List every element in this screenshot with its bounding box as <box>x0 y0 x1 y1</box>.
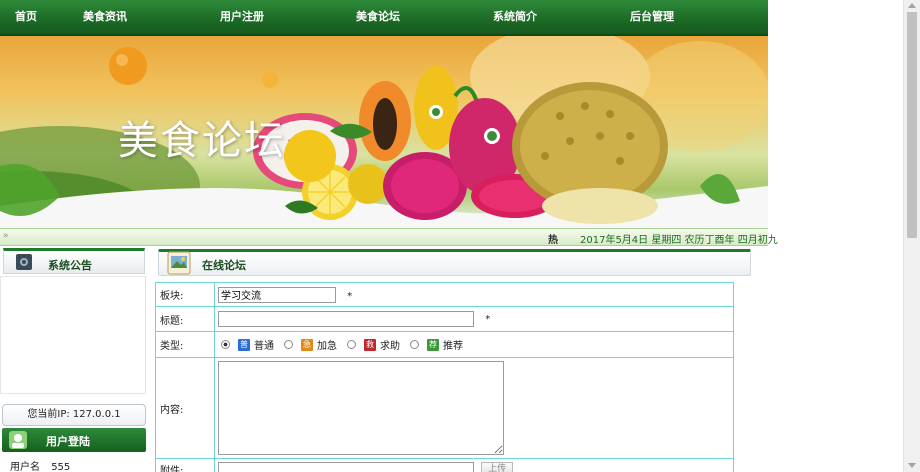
type-radio-normal[interactable] <box>221 340 230 349</box>
nav-about[interactable]: 系统简介 <box>493 0 537 34</box>
nav-home[interactable]: 首页 <box>15 0 37 34</box>
type-label: 类型: <box>155 331 215 358</box>
content-cell <box>214 357 734 459</box>
scroll-up-arrow-icon[interactable] <box>908 3 916 8</box>
current-date: 2017年5月4日 星期四 农历丁酉年 四月初九 <box>580 235 778 246</box>
scroll-thumb[interactable] <box>907 12 917 238</box>
help-badge-icon: 救 <box>364 338 376 351</box>
banner-title: 美食论坛 <box>118 118 286 164</box>
login-username-row: 用户名 555 <box>10 458 70 472</box>
type-row: 类型: 普普通 急加急 救求助 荐推荐 <box>155 331 734 358</box>
login-header: 用户登陆 <box>2 428 146 452</box>
type-help-label: 求助 <box>380 341 400 352</box>
banner-fruit-illustration <box>0 36 768 228</box>
banner: 美食论坛 <box>0 36 768 228</box>
urgent-badge-icon: 急 <box>301 338 313 351</box>
username-value: 555 <box>51 462 71 472</box>
title-required-mark: * <box>485 313 491 325</box>
date-ticker-bar: » 热 2017年5月4日 星期四 农历丁酉年 四月初九 <box>0 228 778 246</box>
type-radio-help[interactable] <box>347 340 356 349</box>
type-urgent-label: 加急 <box>317 341 337 352</box>
username-label: 用户名 <box>10 462 40 472</box>
notice-body <box>0 276 146 394</box>
recommend-badge-icon: 荐 <box>427 338 439 351</box>
normal-badge-icon: 普 <box>238 338 250 351</box>
hot-label: 热 <box>548 235 558 246</box>
type-normal-label: 普通 <box>254 341 274 352</box>
speaker-icon <box>16 254 32 270</box>
notice-header: 系统公告 <box>3 248 145 274</box>
content-label: 内容: <box>155 357 215 459</box>
current-ip: 您当前IP: 127.0.0.1 <box>2 404 146 426</box>
upload-button[interactable]: 上传 <box>481 462 514 472</box>
title-label: 标题: <box>155 306 215 332</box>
nav-forum[interactable]: 美食论坛 <box>356 0 400 34</box>
board-required-mark: * <box>347 291 353 302</box>
content-textarea[interactable] <box>218 361 504 455</box>
forum-title: 在线论坛 <box>202 259 246 272</box>
top-nav: 首页 美食资讯 用户注册 美食论坛 系统简介 后台管理 <box>0 0 768 36</box>
content-row: 内容: <box>155 357 734 459</box>
attachment-cell: 上传 <box>214 458 734 472</box>
attachment-field[interactable] <box>218 461 474 472</box>
title-field[interactable] <box>218 311 474 327</box>
type-cell: 普普通 急加急 救求助 荐推荐 <box>214 331 734 358</box>
nav-food-news[interactable]: 美食资讯 <box>83 0 127 34</box>
board-field[interactable] <box>218 286 336 303</box>
notice-title: 系统公告 <box>48 259 92 272</box>
board-cell: * <box>214 282 734 307</box>
post-form: 板块: * 标题: * 类型: 普普通 急加急 救求助 荐推荐 内容: <box>155 282 734 472</box>
title-row: 标题: * <box>155 306 734 332</box>
login-user-icon <box>9 431 27 449</box>
scroll-down-arrow-icon[interactable] <box>908 463 916 468</box>
left-sidebar: 系统公告 您当前IP: 127.0.0.1 用户登陆 用户名 555 <box>0 246 150 472</box>
ticker-left-arrow-icon: » <box>3 231 9 241</box>
nav-register[interactable]: 用户注册 <box>220 0 264 34</box>
forum-header: 在线论坛 <box>158 249 751 276</box>
login-title: 用户登陆 <box>46 435 90 448</box>
type-radio-urgent[interactable] <box>284 340 293 349</box>
forum-photo-icon <box>167 251 191 275</box>
board-row: 板块: * <box>155 282 734 307</box>
board-label: 板块: <box>155 282 215 307</box>
title-cell: * <box>214 306 734 332</box>
type-radio-recommend[interactable] <box>410 340 419 349</box>
page-scrollbar[interactable] <box>903 0 920 472</box>
nav-admin[interactable]: 后台管理 <box>630 0 674 34</box>
type-recommend-label: 推荐 <box>443 341 463 352</box>
attachment-label: 附件: <box>155 458 215 472</box>
page: 首页 美食资讯 用户注册 美食论坛 系统简介 后台管理 美食论坛 » 热 201… <box>0 0 920 472</box>
attachment-row: 附件: 上传 <box>155 458 734 472</box>
